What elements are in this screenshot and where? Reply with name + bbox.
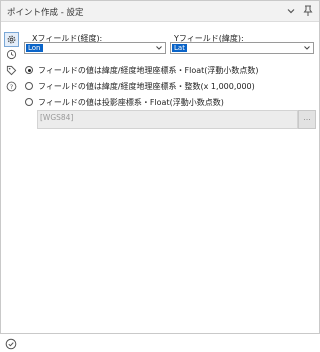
check-circle-icon[interactable] <box>5 338 17 350</box>
chevron-down-icon <box>155 44 163 52</box>
pin-icon[interactable] <box>301 4 315 18</box>
panel-title: ポイント作成 - 設定 <box>7 8 84 18</box>
radio-button[interactable] <box>25 66 33 74</box>
gear-icon[interactable] <box>4 32 19 47</box>
browse-button: ... <box>298 110 316 129</box>
tag-icon[interactable] <box>5 64 18 77</box>
settings-panel: ポイント作成 - 設定 ? Xフィールド(経度): Yフィールド(緯度): Lo… <box>0 0 320 350</box>
chevron-down-icon[interactable] <box>284 4 298 18</box>
sidebar: ? <box>1 22 21 350</box>
help-icon[interactable]: ? <box>5 80 18 93</box>
x-field-select[interactable]: Lon <box>24 42 166 54</box>
option-label: フィールドの値は緯度/経度地理座標系・Float(浮動小数点数) <box>38 65 259 75</box>
option-label: フィールドの値は緯度/経度地理座標系・整数(x 1,000,000) <box>38 81 255 91</box>
option-latlon-float[interactable]: フィールドの値は緯度/経度地理座標系・Float(浮動小数点数) <box>25 64 259 76</box>
option-label: フィールドの値は投影座標系・Float(浮動小数点数) <box>38 97 224 107</box>
option-latlon-integer[interactable]: フィールドの値は緯度/経度地理座標系・整数(x 1,000,000) <box>25 80 255 92</box>
content-area: Xフィールド(経度): Yフィールド(緯度): Lon Lat フィールドの値は… <box>22 22 319 333</box>
radio-button[interactable] <box>25 82 33 90</box>
option-projected-float[interactable]: フィールドの値は投影座標系・Float(浮動小数点数) <box>25 96 224 108</box>
radio-button[interactable] <box>25 98 33 106</box>
x-field-value: Lon <box>26 44 43 52</box>
svg-text:?: ? <box>10 83 13 91</box>
y-field-value: Lat <box>172 44 187 52</box>
cycle-icon[interactable] <box>5 48 18 61</box>
y-field-select[interactable]: Lat <box>170 42 314 54</box>
chevron-down-icon <box>303 44 311 52</box>
title-bar: ポイント作成 - 設定 <box>1 1 319 22</box>
coordinate-system-field: [WGS84] <box>37 110 298 129</box>
coordinate-system-value: [WGS84] <box>40 113 74 122</box>
